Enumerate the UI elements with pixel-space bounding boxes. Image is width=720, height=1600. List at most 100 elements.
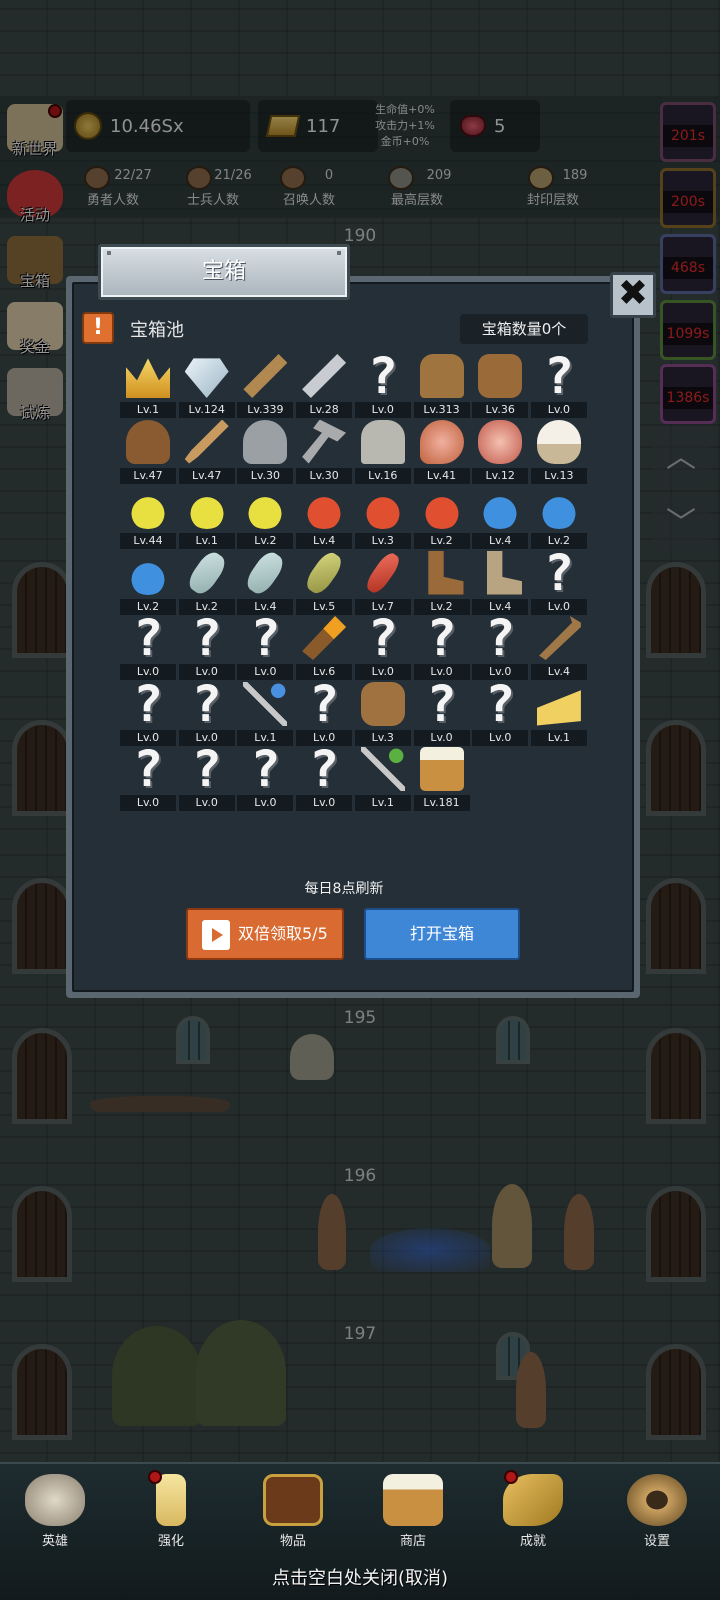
question-mark: ? [309, 674, 340, 733]
question-mark: ? [250, 609, 281, 667]
unknown-icon: ? [126, 743, 170, 795]
warning-icon: ! [82, 312, 114, 344]
item-slot: ? Lv.0 [413, 678, 470, 746]
item-level: Lv.1 [354, 795, 411, 811]
chest-count-label: 宝箱数量0个 [460, 314, 588, 344]
beer-icon [383, 1474, 443, 1526]
question-mark: ? [191, 609, 222, 667]
item-slot: Lv.4 [472, 483, 529, 549]
item-level: Lv.0 [237, 664, 294, 680]
item-slot: ? Lv.0 [178, 609, 235, 680]
item-slot: Lv.2 [530, 483, 587, 549]
question-mark: ? [309, 740, 340, 798]
item-slot: Lv.1 [120, 352, 176, 418]
close-button[interactable]: ✖ [610, 272, 656, 318]
nav-heroes[interactable]: 英雄 [10, 1474, 100, 1549]
item-slot: Lv.1 [354, 745, 411, 811]
item-slot: Lv.16 [354, 418, 411, 484]
blue-potion-icon [536, 485, 581, 529]
item-slot: Lv.6 [296, 614, 353, 680]
nav-upgrade[interactable]: 强化 [126, 1470, 216, 1549]
item-level: Lv.2 [237, 533, 294, 549]
question-mark: ? [426, 609, 457, 667]
question-mark: ? [132, 674, 164, 733]
item-level: Lv.124 [178, 402, 235, 418]
blue-potion-icon [478, 485, 523, 529]
item-level: Lv.47 [178, 467, 235, 484]
item-slot: Lv.12 [472, 418, 529, 484]
item-slot: ? Lv.0 [472, 674, 529, 746]
unknown-icon: ? [185, 743, 229, 795]
item-slot: Lv.5 [296, 548, 353, 615]
item-slot: Lv.124 [178, 352, 235, 418]
nav-settings[interactable]: 设置 [612, 1474, 702, 1549]
item-level: Lv.0 [354, 402, 411, 418]
nav-items[interactable]: 物品 [248, 1474, 338, 1549]
nav-achievements[interactable]: 成就 [488, 1470, 578, 1549]
item-level: Lv.1 [178, 533, 235, 549]
item-slot: Lv.313 [413, 352, 470, 418]
yellow-potion-icon [184, 485, 229, 529]
item-slot: Lv.1 [178, 483, 235, 549]
item-level: Lv.0 [178, 795, 235, 811]
green-wand-icon [360, 747, 405, 791]
unknown-icon: ? [361, 350, 405, 402]
item-slot: Lv.4 [296, 483, 353, 549]
olive-bottle-icon [302, 548, 346, 597]
item-slot: ? Lv.0 [354, 350, 411, 418]
question-mark: ? [132, 609, 164, 667]
item-slot: ? Lv.0 [530, 547, 587, 615]
item-level: Lv.3 [354, 729, 411, 746]
torch-icon [302, 616, 347, 660]
dialog-title: 宝箱 [98, 244, 350, 300]
item-slot: Lv.47 [120, 418, 176, 484]
unknown-icon: ? [126, 678, 170, 730]
item-slot: Lv.7 [354, 549, 411, 615]
beer-mug-icon [419, 747, 464, 791]
blue-potion-icon [126, 550, 170, 595]
yellow-potion-icon [126, 485, 170, 529]
item-level: Lv.5 [296, 598, 353, 615]
item-level: Lv.28 [296, 402, 353, 418]
item-slot: Lv.4 [237, 547, 294, 615]
item-level: Lv.44 [120, 533, 176, 549]
question-mark: ? [485, 674, 516, 733]
gear-icon [627, 1474, 687, 1526]
question-mark: ? [191, 674, 222, 733]
double-claim-button[interactable]: 双倍领取5/5 [186, 908, 344, 960]
wooden-sword-icon [243, 354, 288, 398]
item-level: Lv.339 [237, 402, 294, 418]
item-level: Lv.0 [237, 795, 294, 811]
unknown-icon: ? [420, 612, 464, 664]
open-chest-button[interactable]: 打开宝箱 [364, 908, 520, 960]
item-slot: ? Lv.0 [120, 743, 176, 811]
question-mark: ? [367, 347, 398, 405]
question-mark: ? [543, 347, 574, 405]
ham-icon [419, 419, 464, 464]
question-mark: ? [250, 740, 281, 798]
crown-icon [126, 358, 170, 398]
leather-boot-icon [428, 550, 464, 595]
iron-sword-icon [302, 354, 347, 398]
close-hint: 点击空白处关闭(取消) [271, 1568, 449, 1589]
item-slot: ? Lv.0 [120, 678, 176, 746]
unknown-icon: ? [537, 547, 581, 599]
item-level: Lv.41 [413, 467, 470, 484]
question-mark: ? [485, 609, 516, 667]
item-level: Lv.0 [530, 402, 587, 418]
item-slot: ? Lv.0 [413, 612, 470, 680]
nav-shop[interactable]: 商店 [368, 1474, 458, 1549]
item-level: Lv.181 [413, 795, 470, 811]
refresh-note: 每日8点刷新 [304, 881, 384, 897]
item-level: Lv.4 [530, 664, 587, 680]
knight-helmet-icon [360, 419, 405, 464]
item-slot: Lv.44 [120, 483, 176, 549]
item-slot: ? Lv.0 [354, 612, 411, 680]
book-icon [263, 1474, 323, 1526]
item-slot: Lv.30 [296, 418, 353, 484]
item-slot: Lv.41 [413, 418, 470, 484]
glass-bottle-icon [184, 547, 230, 598]
item-level: Lv.36 [472, 402, 529, 418]
unknown-icon: ? [243, 612, 287, 664]
backpack-armor-icon [478, 354, 523, 398]
